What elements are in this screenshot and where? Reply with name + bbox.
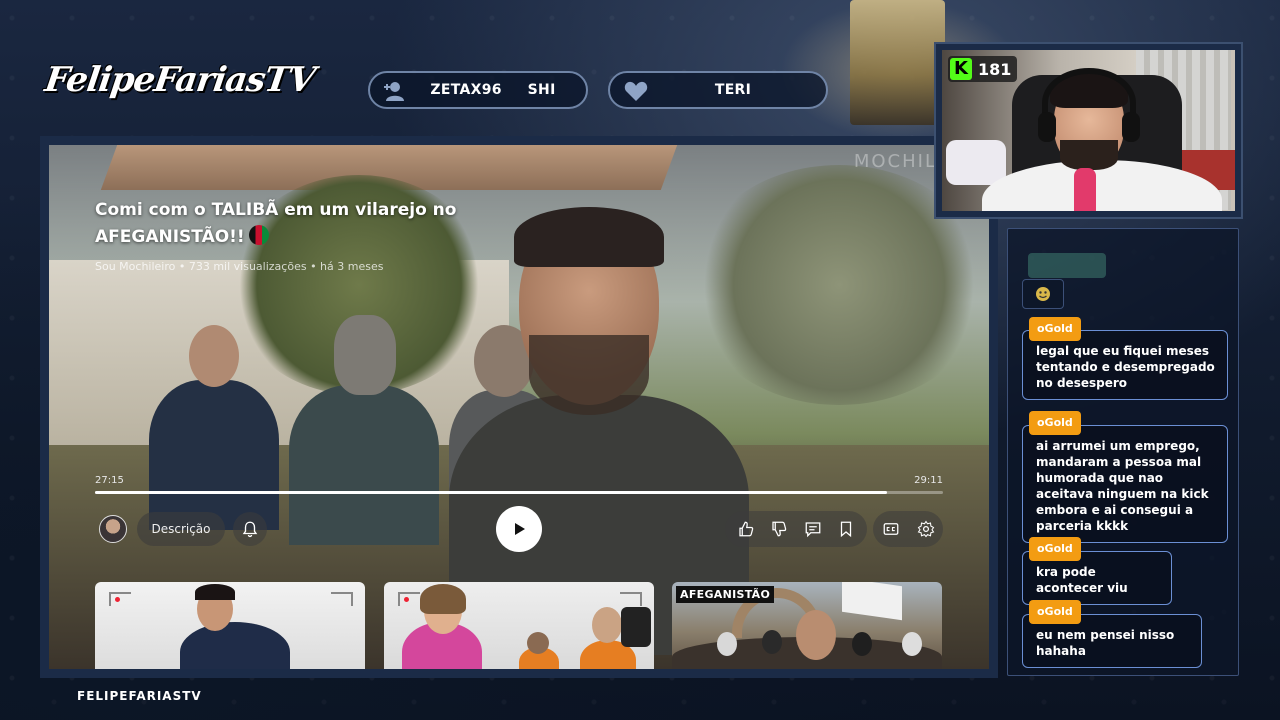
thumbnail-flag xyxy=(842,582,902,621)
chat-message: ai arrumei um emprego, mandaram a pessoa… xyxy=(1022,425,1228,543)
afghanistan-flag-icon xyxy=(248,225,269,245)
play-button[interactable] xyxy=(496,506,542,552)
save-icon[interactable] xyxy=(837,520,855,538)
chat-message-text: legal que eu fiquei meses tentando e des… xyxy=(1036,344,1215,390)
thumbnail-person-head xyxy=(902,632,922,656)
progress-bar[interactable] xyxy=(95,491,943,494)
recommended-video-thumbnail[interactable]: AFEGANISTÃO xyxy=(672,582,942,669)
kick-logo-icon: K xyxy=(950,58,972,80)
bell-icon xyxy=(242,521,258,538)
recommended-video-thumbnail[interactable] xyxy=(384,582,654,669)
webcam-pillow xyxy=(946,140,1006,185)
chat-faded-badge xyxy=(1028,253,1106,278)
heart-icon xyxy=(624,81,648,101)
chat-message-text: ai arrumei um emprego, mandaram a pessoa… xyxy=(1036,439,1209,533)
thumbnail-person-head xyxy=(527,632,549,654)
notification-bell-button[interactable] xyxy=(233,512,267,546)
footer-brand: FELIPEFARIASTV xyxy=(77,689,202,703)
recommended-video-thumbnail[interactable] xyxy=(95,582,365,669)
chat-username-badge: oGold xyxy=(1029,317,1081,341)
chat-emote xyxy=(1022,279,1064,309)
captions-icon[interactable] xyxy=(882,520,900,538)
video-player[interactable]: MOCHIL Comi com o TALIBÃ em um vilarejo … xyxy=(49,145,989,669)
headset-earcup xyxy=(1038,112,1056,142)
thumbnail-person-head xyxy=(796,610,836,660)
viewer-count-badge: K 181 xyxy=(948,56,1018,82)
video-meta: Sou Mochileiro • 733 mil visualizações •… xyxy=(95,260,384,273)
webcam-streamer-beard xyxy=(1060,140,1118,170)
latest-follower-pill: ZETAX96 SHI xyxy=(368,71,588,109)
thumbnail-person-hair xyxy=(420,584,466,614)
user-plus-icon xyxy=(384,82,404,101)
thumbnail-person-head xyxy=(592,607,622,643)
description-button[interactable]: Descrição xyxy=(137,512,225,546)
channel-avatar[interactable] xyxy=(99,515,127,543)
latest-supporter-pill: TERI xyxy=(608,71,828,109)
duration: 29:11 xyxy=(914,475,943,486)
chat-message-text: eu nem pensei nisso hahaha xyxy=(1036,628,1175,658)
channel-logo: FelipeFariasTV xyxy=(42,60,318,100)
video-scene-person xyxy=(279,315,439,545)
recording-frame-icon xyxy=(109,592,131,606)
settings-icon[interactable] xyxy=(917,520,935,538)
thumbnail-camera xyxy=(621,607,651,647)
headset-earcup xyxy=(1122,112,1140,142)
chat-username-badge: oGold xyxy=(1029,600,1081,624)
thumbnail-person-head xyxy=(852,632,872,656)
play-icon xyxy=(515,523,525,535)
chat-username-badge: oGold xyxy=(1029,537,1081,561)
thumbnail-person xyxy=(180,622,290,669)
player-settings-controls xyxy=(873,511,943,547)
current-time: 27:15 xyxy=(95,475,124,486)
background-lamp xyxy=(850,0,945,125)
webcam-feed: K 181 xyxy=(936,44,1241,217)
video-scene-person xyxy=(149,325,279,530)
microphone-icon xyxy=(1074,168,1096,211)
comment-icon[interactable] xyxy=(804,520,822,538)
thumbnail-person-hair xyxy=(195,584,235,600)
viewer-count: 181 xyxy=(978,59,1012,79)
thumbnail-person-head xyxy=(717,632,737,656)
chat-panel: legal que eu fiquei meses tentando e des… xyxy=(1007,228,1239,676)
thumbnail-person-head xyxy=(762,630,782,654)
chat-message-text: kra pode acontecer viu xyxy=(1036,565,1128,595)
like-icon[interactable] xyxy=(737,520,755,538)
recording-frame-icon xyxy=(398,592,420,606)
video-scene-host xyxy=(449,207,749,655)
progress-fill xyxy=(95,491,888,494)
emote-icon xyxy=(1036,287,1050,301)
battery-frame-icon xyxy=(331,592,353,606)
chat-username-badge: oGold xyxy=(1029,411,1081,435)
engagement-controls xyxy=(725,511,867,547)
battery-frame-icon xyxy=(620,592,642,606)
video-title: Comi com o TALIBÃ em um vilarejo no AFEG… xyxy=(95,200,457,247)
video-frame: MOCHIL Comi com o TALIBÃ em um vilarejo … xyxy=(40,136,998,678)
video-watermark: MOCHIL xyxy=(853,151,937,172)
thumbnail-tag: AFEGANISTÃO xyxy=(676,586,775,603)
dislike-icon[interactable] xyxy=(770,520,788,538)
